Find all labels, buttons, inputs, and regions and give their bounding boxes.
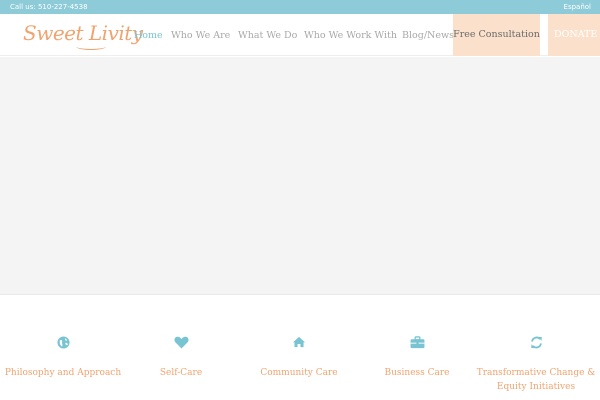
- phone-number[interactable]: Call us: 510-227-4538: [10, 3, 88, 11]
- feature-label: Business Care: [384, 368, 450, 378]
- language-link-espanol[interactable]: Español: [564, 3, 591, 11]
- feature-label: Self-Care: [159, 368, 203, 378]
- feature-label: Community Care: [260, 368, 338, 378]
- feature-label: Transformative Change & Equity Initiativ…: [476, 368, 596, 392]
- briefcase-icon: [357, 336, 477, 350]
- feature-label: Philosophy and Approach: [4, 368, 122, 378]
- top-bar: Call us: 510-227-4538 Español: [0, 0, 600, 14]
- feature-community-care[interactable]: Community Care: [239, 296, 359, 400]
- feature-philosophy[interactable]: Philosophy and Approach: [3, 296, 123, 400]
- feature-transformative-change[interactable]: Transformative Change & Equity Initiativ…: [476, 296, 596, 400]
- features-row: Philosophy and Approach Self-Care Commun…: [0, 296, 600, 400]
- site-header: Sweet Livity Home Who We Are What We Do …: [0, 14, 600, 56]
- nav-who-we-work-with[interactable]: Who We Work With: [304, 30, 397, 41]
- site-logo[interactable]: Sweet Livity: [23, 21, 143, 45]
- nav-who-we-are[interactable]: Who We Are: [171, 30, 230, 41]
- refresh-icon: [476, 336, 596, 350]
- nav-blog-news[interactable]: Blog/News: [402, 30, 454, 41]
- free-consultation-button[interactable]: Free Consultation: [453, 14, 540, 56]
- heart-icon: [121, 336, 241, 350]
- logo-swash: [76, 43, 106, 50]
- donate-button[interactable]: DONATE: [548, 14, 600, 56]
- feature-self-care[interactable]: Self-Care: [121, 296, 241, 400]
- home-icon: [239, 336, 359, 350]
- globe-icon: [3, 336, 123, 350]
- nav-what-we-do[interactable]: What We Do: [238, 30, 297, 41]
- nav-home[interactable]: Home: [134, 30, 163, 41]
- hero-banner: [0, 57, 600, 295]
- feature-business-care[interactable]: Business Care: [357, 296, 477, 400]
